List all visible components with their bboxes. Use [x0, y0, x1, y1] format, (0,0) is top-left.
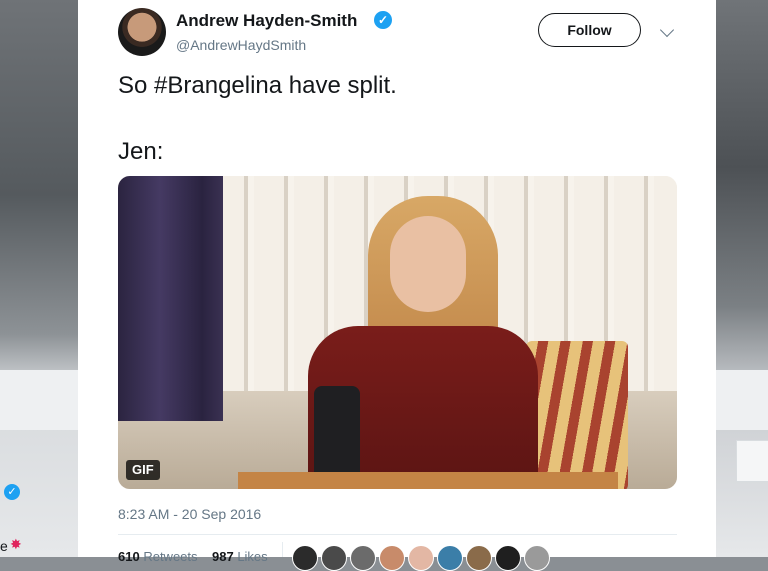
divider — [118, 534, 677, 535]
collision-emoji-icon: ✸ — [10, 536, 22, 552]
liker-avatar[interactable] — [350, 545, 376, 571]
table — [238, 472, 618, 489]
phone — [314, 386, 360, 486]
curtain — [118, 176, 223, 421]
liker-avatar[interactable] — [408, 545, 434, 571]
liker-avatar[interactable] — [321, 545, 347, 571]
stats-divider — [282, 542, 283, 557]
background-text: e — [0, 538, 8, 554]
background-card — [736, 440, 768, 482]
tweet-gif-media[interactable]: GIF — [118, 176, 677, 489]
author-name[interactable]: Andrew Hayden-Smith — [176, 11, 357, 31]
background-panel — [0, 370, 78, 430]
tweet-text-line-1: So #Brangelina have split. — [118, 72, 397, 99]
tweet-text-line-2: Jen: — [118, 138, 164, 165]
liker-avatar[interactable] — [292, 545, 318, 571]
striped-chair — [526, 341, 628, 489]
follow-button[interactable]: Follow — [538, 13, 641, 47]
tweet-timestamp[interactable]: 8:23 AM - 20 Sep 2016 — [118, 506, 261, 522]
liker-avatar[interactable] — [524, 545, 550, 571]
liker-avatar[interactable] — [466, 545, 492, 571]
background-right — [716, 0, 768, 557]
chevron-down-icon[interactable] — [659, 22, 675, 38]
liker-avatar[interactable] — [437, 545, 463, 571]
person-face — [390, 216, 466, 312]
verified-badge-icon: ✓ — [374, 11, 392, 29]
avatar[interactable] — [118, 8, 166, 56]
liker-avatar[interactable] — [379, 545, 405, 571]
gif-badge: GIF — [126, 460, 160, 480]
background-left: ✓ e ✸ — [0, 0, 78, 557]
liker-avatar[interactable] — [495, 545, 521, 571]
verified-badge-icon: ✓ — [4, 484, 20, 500]
author-handle[interactable]: @AndrewHaydSmith — [176, 37, 306, 53]
background-panel — [716, 370, 768, 430]
tweet-card: Andrew Hayden-Smith ✓ @AndrewHaydSmith F… — [78, 0, 716, 571]
